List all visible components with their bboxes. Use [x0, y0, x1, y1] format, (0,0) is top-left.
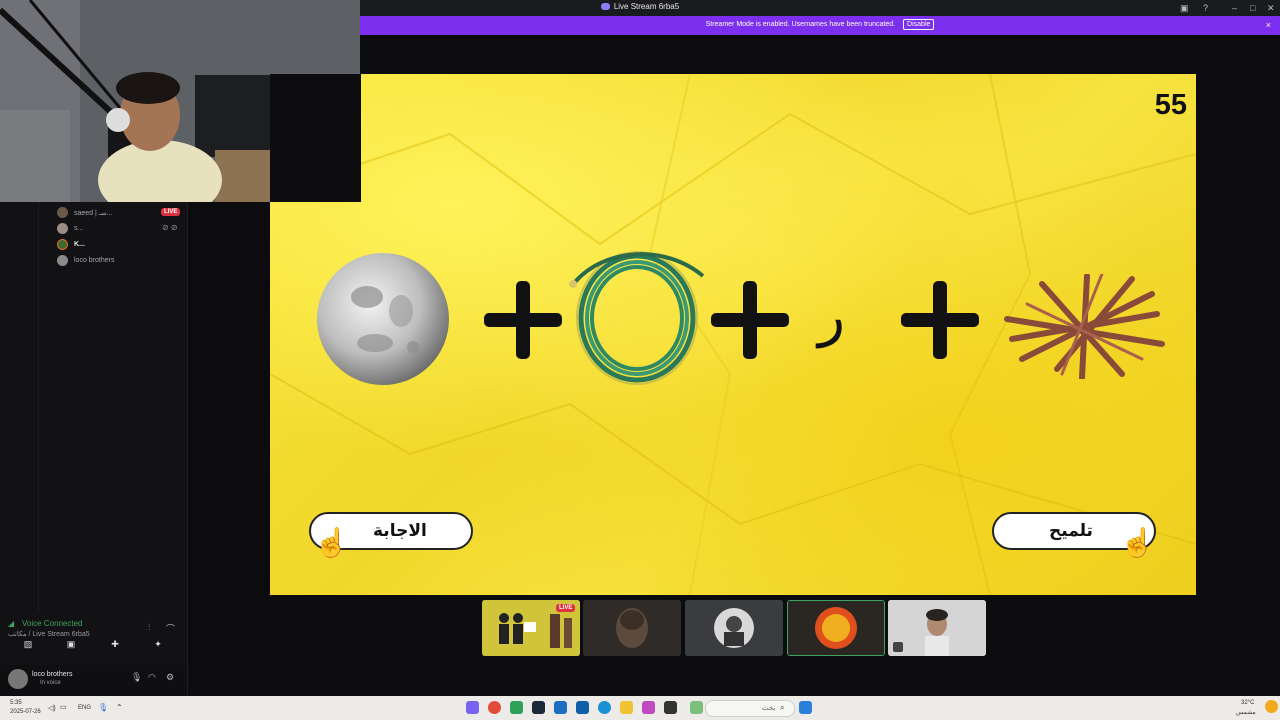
clock-time[interactable]: 5:35	[10, 700, 22, 706]
screen-share-icon[interactable]: ▣	[1180, 3, 1189, 14]
voice-connected-status[interactable]: Voice Connected	[22, 619, 83, 628]
app-taskbar-icon[interactable]	[510, 701, 523, 714]
arabic-letter: ر	[818, 284, 846, 349]
search-icon: ⌕	[780, 703, 785, 712]
participant-tile-3[interactable]	[685, 600, 783, 656]
participant-tile-4[interactable]	[787, 600, 885, 656]
user-panel	[0, 665, 187, 695]
user-status: In voice	[40, 680, 61, 686]
countdown-timer: 55	[1154, 89, 1187, 121]
weather-temp[interactable]: 32°C	[1241, 700, 1254, 706]
start-button[interactable]	[799, 701, 812, 714]
headphones-icon[interactable]: ◠	[148, 672, 156, 683]
discord-icon	[600, 3, 610, 10]
maximize-button[interactable]: □	[1250, 3, 1255, 13]
voice-user-1[interactable]: saeed | سـ...	[57, 206, 113, 219]
moon-image	[317, 253, 449, 385]
avatar	[57, 255, 68, 266]
streamer-mode-banner: Streamer Mode is enabled. Usernames have…	[360, 16, 1280, 35]
widget-taskbar-icon[interactable]	[690, 701, 703, 714]
close-button[interactable]: ✕	[1267, 3, 1275, 14]
outlook-taskbar-icon[interactable]	[554, 701, 567, 714]
search-placeholder: بحث	[762, 705, 776, 712]
app-taskbar-icon[interactable]	[664, 701, 677, 714]
plus-sign-3	[901, 281, 979, 359]
windows-taskbar	[0, 696, 1280, 720]
voice-user-3[interactable]: K...	[57, 238, 85, 251]
participant-avatar	[685, 600, 783, 656]
chevron-up-icon[interactable]: ⌃	[116, 703, 123, 712]
voice-user-4[interactable]: loco brothers	[57, 254, 114, 267]
store-taskbar-icon[interactable]	[576, 701, 589, 714]
chrome-taskbar-icon[interactable]	[488, 701, 501, 714]
avatar	[57, 207, 68, 218]
participant-tile-5[interactable]	[888, 600, 986, 656]
clock-date[interactable]: 2025-07-26	[10, 709, 41, 715]
noise-suppression-icon[interactable]: ⫶	[148, 622, 150, 633]
network-icon[interactable]: ▭	[60, 703, 67, 711]
disable-button[interactable]: Disable	[903, 19, 935, 30]
participant-avatar	[888, 600, 986, 656]
hand-pointer-icon: ☝	[314, 527, 349, 558]
hand-pointer-icon: ☝	[1120, 527, 1155, 558]
settings-icon[interactable]: ⚙	[166, 672, 174, 683]
file-explorer-taskbar-icon[interactable]	[620, 701, 633, 714]
live-badge: LIVE	[161, 208, 181, 216]
server-rail	[0, 202, 39, 612]
muted-icons: ⊘ ⊘	[162, 223, 178, 232]
microphone-icon[interactable]: 🎙	[131, 672, 142, 683]
weather-condition[interactable]: مشمس	[1236, 709, 1256, 716]
signal-icon: ◢	[8, 619, 15, 628]
help-icon[interactable]: ?	[1203, 3, 1208, 13]
screen-share-button[interactable]: ▣	[53, 636, 89, 652]
avatar	[57, 223, 68, 234]
user-name[interactable]: loco brothers	[32, 671, 72, 678]
speaker-icon[interactable]: ◁)	[48, 704, 56, 712]
plus-sign-1	[484, 281, 562, 359]
taskbar-search[interactable]: بحث ⌕	[705, 700, 795, 717]
soundboard-button[interactable]: ✦	[140, 636, 176, 652]
coiled-hose-image	[569, 251, 705, 385]
hint-button-label: تلميح	[1049, 521, 1093, 541]
weather-icon[interactable]	[1265, 700, 1278, 713]
voice-user-2[interactable]: s...	[57, 222, 83, 235]
discord-taskbar-icon[interactable]	[466, 701, 479, 714]
avatar	[57, 239, 68, 250]
minimize-button[interactable]: –	[1232, 3, 1237, 13]
disconnect-icon[interactable]: ⌒	[166, 622, 175, 635]
activity-button[interactable]: ✚	[97, 636, 133, 652]
participant-avatar	[583, 600, 681, 656]
user-avatar[interactable]	[8, 669, 28, 689]
banner-close-icon[interactable]: ×	[1266, 20, 1271, 30]
webcam-shadow	[270, 74, 361, 202]
plus-sign-2	[711, 281, 789, 359]
edge-taskbar-icon[interactable]	[598, 701, 611, 714]
language-indicator[interactable]: ENG	[78, 705, 91, 711]
camera-off-button[interactable]: ▧	[10, 636, 46, 652]
live-badge: LIVE	[556, 604, 576, 612]
banner-message: Streamer Mode is enabled. Usernames have…	[705, 21, 896, 28]
sticks-image	[1004, 274, 1165, 379]
steam-taskbar-icon[interactable]	[532, 701, 545, 714]
microphone-icon[interactable]: 🎙	[98, 703, 108, 712]
participant-avatar	[788, 601, 884, 655]
stream-game-view: 55 ر الاجابة ☝ تلميح ☝	[270, 74, 1196, 595]
answer-button-label: الاجابة	[373, 521, 427, 541]
copilot-taskbar-icon[interactable]	[642, 701, 655, 714]
participant-tile-2[interactable]	[583, 600, 681, 656]
